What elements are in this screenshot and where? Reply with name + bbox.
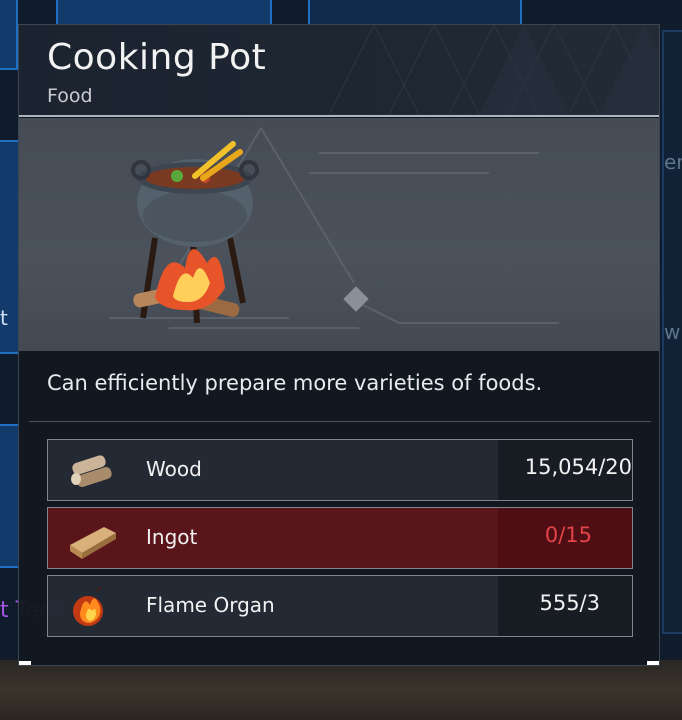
wood-icon — [71, 455, 112, 487]
panel-corner-bottom-right — [647, 661, 659, 665]
item-tooltip: Cooking Pot Food Can efficiently prepare… — [18, 24, 660, 666]
cooking-pot-illustration — [131, 141, 259, 324]
panel-corner-bottom-left — [19, 661, 31, 665]
background-tile-left-2 — [0, 424, 20, 568]
background-tile-top-left — [0, 0, 18, 70]
background-text-right-2: w — [664, 320, 681, 344]
material-quantity-box: 555/3 — [498, 576, 632, 636]
header-triangle-pattern — [329, 25, 659, 115]
material-quantity: 15,054/20 — [524, 455, 632, 479]
material-row-wood: Wood 15,054/20 — [47, 439, 633, 501]
material-quantity: 0/15 — [544, 523, 592, 547]
item-category: Food — [47, 85, 93, 107]
background-ground — [0, 660, 682, 720]
header-divider — [19, 115, 659, 117]
ingot-icon — [70, 527, 116, 559]
item-title: Cooking Pot — [47, 37, 267, 78]
material-name: Ingot — [146, 525, 198, 549]
background-text-right-1: em — [664, 150, 682, 174]
material-quantity-box: 0/15 — [498, 508, 632, 568]
flame-organ-icon — [73, 586, 103, 626]
description-divider — [29, 421, 651, 422]
material-name: Wood — [146, 457, 202, 481]
material-row-flame-organ: Flame Organ 555/3 — [47, 575, 633, 637]
item-description: Can efficiently prepare more varieties o… — [47, 371, 543, 395]
material-row-ingot: Ingot 0/15 — [47, 507, 633, 569]
tooltip-header: Cooking Pot Food — [19, 25, 659, 117]
background-text-left: t — [0, 306, 8, 330]
item-preview — [19, 118, 659, 351]
material-name: Flame Organ — [146, 593, 275, 617]
material-quantity: 555/3 — [539, 591, 600, 615]
material-quantity-box: 15,054/20 — [498, 440, 632, 500]
